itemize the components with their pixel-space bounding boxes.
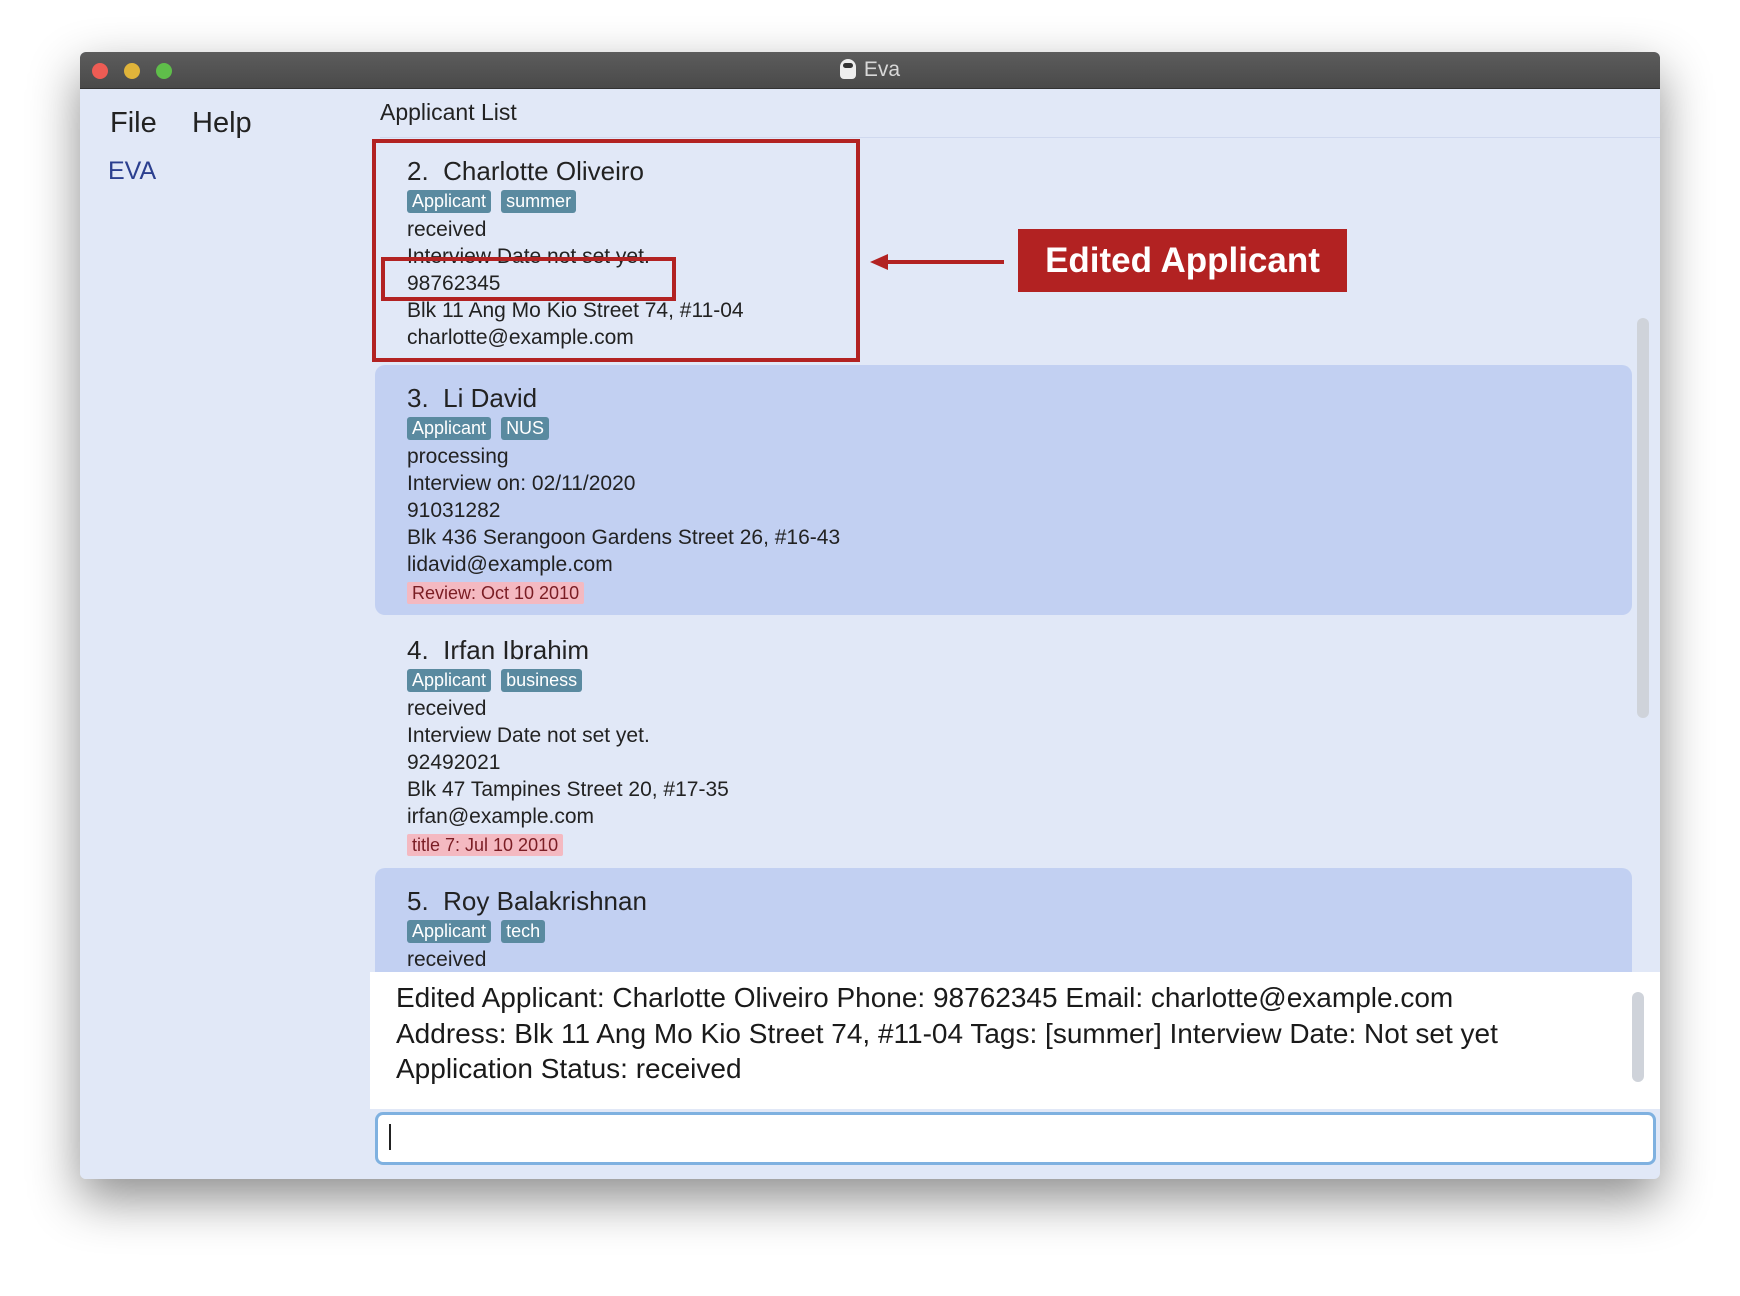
interview: Interview Date not set yet.: [407, 724, 650, 747]
email: lidavid@example.com: [407, 553, 613, 576]
applicant-name: 3. Li David: [407, 383, 538, 413]
tag: tech: [501, 920, 546, 943]
status: received: [407, 697, 487, 720]
phone: 91031282: [407, 499, 501, 522]
tag: Applicant: [407, 920, 492, 943]
annotation-arrow: [882, 260, 1004, 264]
comment-tag: Review: Oct 10 2010: [407, 582, 585, 604]
app-window: Eva File Help EVA Applicant List 2. Char…: [80, 52, 1660, 1179]
highlight-box-phone: [381, 257, 676, 301]
applicant-card[interactable]: 4. Irfan Ibrahim Applicant business recei…: [375, 617, 1632, 866]
text-caret: [389, 1124, 391, 1150]
result-line: Address: Blk 11 Ang Mo Kio Street 74, #1…: [396, 1018, 1498, 1049]
result-scrollbar[interactable]: [1632, 992, 1644, 1082]
comment-tag: title 7: Jul 10 2010: [407, 834, 564, 856]
brand-label: EVA: [108, 157, 157, 185]
list-header: Applicant List: [380, 89, 1660, 138]
result-line: Edited Applicant: Charlotte Oliveiro Pho…: [396, 982, 1454, 1013]
status: processing: [407, 445, 509, 468]
email: irfan@example.com: [407, 805, 595, 828]
result-line: Application Status: received: [396, 1053, 742, 1084]
list-header-text: Applicant List: [380, 99, 517, 125]
window-title-text: Eva: [863, 58, 901, 81]
annotation-label: Edited Applicant: [1018, 229, 1347, 292]
highlight-box-card: [372, 139, 860, 362]
robot-icon: [839, 59, 856, 79]
applicant-card[interactable]: 5. Roy Balakrishnan Applicant tech receiv…: [375, 868, 1632, 972]
command-input[interactable]: [375, 1112, 1656, 1165]
applicant-card[interactable]: 3. Li David Applicant NUS processing Inte…: [375, 365, 1632, 615]
applicant-name: 4. Irfan Ibrahim: [407, 635, 590, 665]
applicant-name: 5. Roy Balakrishnan: [407, 886, 647, 916]
result-display: Edited Applicant: Charlotte Oliveiro Pho…: [370, 972, 1660, 1109]
window-title: Eva: [80, 58, 1660, 82]
tag: business: [501, 669, 583, 692]
address: Blk 47 Tampines Street 20, #17-35: [407, 778, 729, 801]
menu-file[interactable]: File: [110, 107, 157, 140]
menu-help[interactable]: Help: [192, 107, 252, 140]
phone: 92492021: [407, 751, 501, 774]
status: received: [407, 948, 487, 971]
list-scrollbar[interactable]: [1637, 318, 1649, 718]
sidebar: File Help EVA: [80, 89, 370, 1179]
tag: Applicant: [407, 669, 492, 692]
tag: Applicant: [407, 417, 492, 440]
tag: NUS: [501, 417, 550, 440]
title-bar: Eva: [80, 52, 1660, 89]
interview: Interview on: 02/11/2020: [407, 472, 636, 495]
arrow-head-icon: [870, 254, 888, 270]
address: Blk 436 Serangoon Gardens Street 26, #16…: [407, 526, 841, 549]
